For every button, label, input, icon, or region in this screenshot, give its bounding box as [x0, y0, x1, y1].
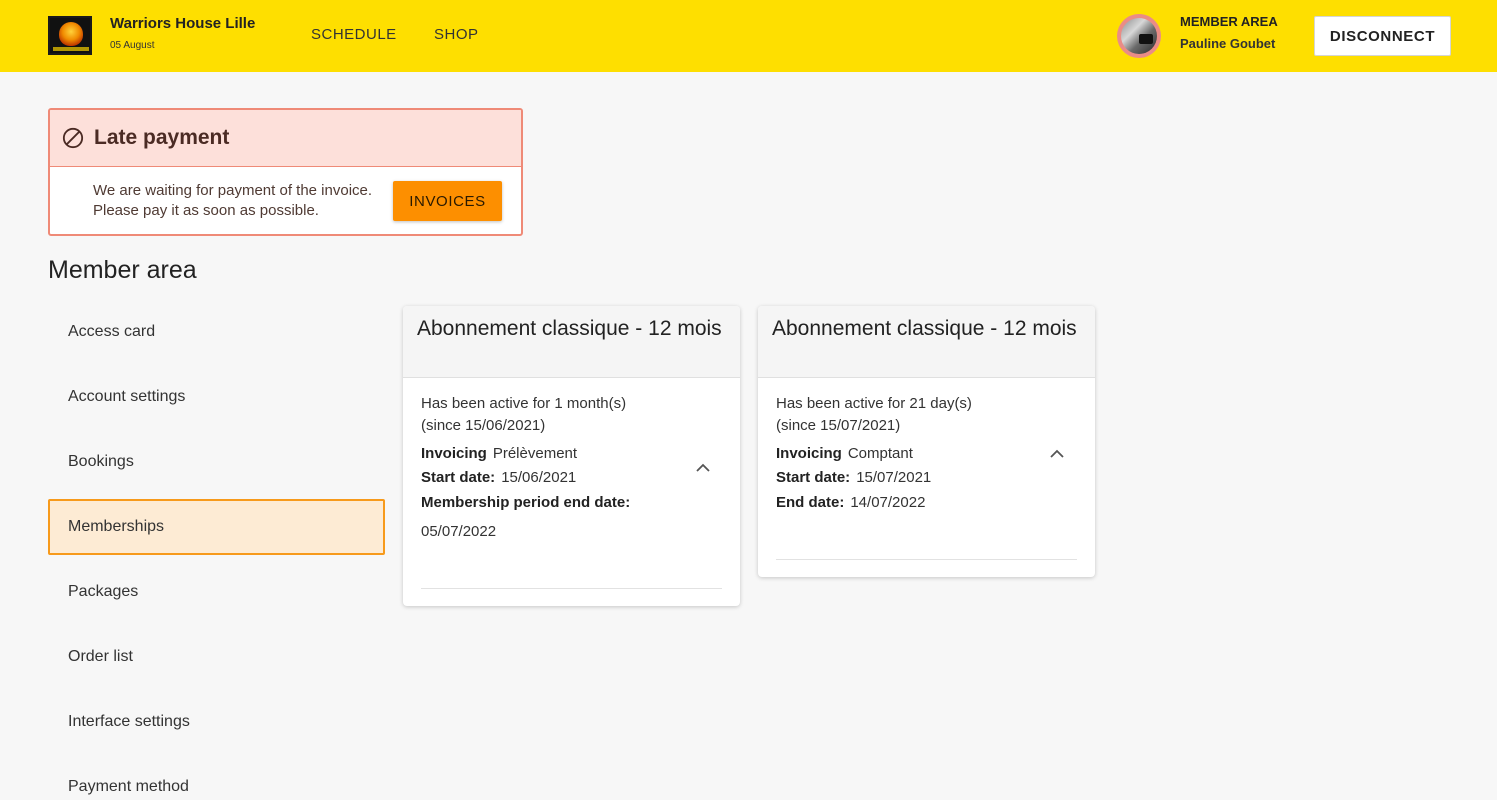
- sidebar-item-access-card[interactable]: Access card: [48, 304, 385, 360]
- end-date-row: End date: 14/07/2022: [776, 494, 926, 511]
- divider: [776, 559, 1077, 560]
- top-bar: Warriors House Lille 05 August SCHEDULE …: [0, 0, 1497, 72]
- nav-schedule[interactable]: SCHEDULE: [311, 26, 397, 43]
- late-payment-alert: Late payment We are waiting for payment …: [48, 108, 523, 236]
- current-date: 05 August: [110, 40, 155, 51]
- active-duration: Has been active for 1 month(s) (since 15…: [421, 395, 627, 434]
- nav-shop[interactable]: SHOP: [434, 26, 479, 43]
- invoices-button[interactable]: INVOICES: [393, 181, 502, 221]
- invoicing-row: Invoicing Comptant: [776, 445, 913, 462]
- sidebar-item-account-settings[interactable]: Account settings: [48, 369, 385, 425]
- member-area-label[interactable]: MEMBER AREA: [1180, 14, 1278, 29]
- membership-title: Abonnement classique - 12 mois: [772, 317, 1077, 340]
- club-name: Warriors House Lille: [110, 15, 256, 32]
- invoicing-row: Invoicing Prélèvement: [421, 445, 578, 462]
- start-date-row: Start date: 15/06/2021: [421, 469, 577, 486]
- membership-card: Abonnement classique - 12 mois Has been …: [758, 306, 1095, 577]
- club-logo[interactable]: [48, 16, 92, 55]
- alert-message: We are waiting for payment of the invoic…: [93, 182, 373, 219]
- card-header: Abonnement classique - 12 mois: [403, 306, 740, 378]
- membership-title: Abonnement classique - 12 mois: [417, 317, 722, 340]
- sidebar-item-packages[interactable]: Packages: [48, 564, 385, 620]
- sidebar-item-memberships[interactable]: Memberships: [48, 499, 385, 555]
- sidebar-item-interface-settings[interactable]: Interface settings: [48, 694, 385, 750]
- chevron-up-icon[interactable]: [695, 463, 711, 473]
- sidebar-item-payment-method[interactable]: Payment method: [48, 759, 385, 800]
- avatar[interactable]: [1117, 14, 1161, 58]
- active-duration: Has been active for 21 day(s) (since 15/…: [776, 395, 972, 434]
- ban-icon: [62, 127, 84, 149]
- sidebar-item-order-list[interactable]: Order list: [48, 629, 385, 685]
- lion-flame-icon: [59, 22, 83, 46]
- sidebar-item-bookings[interactable]: Bookings: [48, 434, 385, 490]
- start-date-row: Start date: 15/07/2021: [776, 469, 932, 486]
- member-name[interactable]: Pauline Goubet: [1180, 36, 1275, 51]
- membership-card: Abonnement classique - 12 mois Has been …: [403, 306, 740, 606]
- disconnect-button[interactable]: DISCONNECT: [1314, 16, 1451, 56]
- alert-header: Late payment: [50, 110, 521, 167]
- chevron-up-icon[interactable]: [1049, 449, 1065, 459]
- divider: [421, 588, 722, 589]
- alert-title: Late payment: [94, 126, 230, 149]
- end-date-label: Membership period end date:: [421, 494, 631, 511]
- page-title: Member area: [48, 256, 197, 284]
- card-header: Abonnement classique - 12 mois: [758, 306, 1095, 378]
- end-date-value: 05/07/2022: [421, 523, 497, 540]
